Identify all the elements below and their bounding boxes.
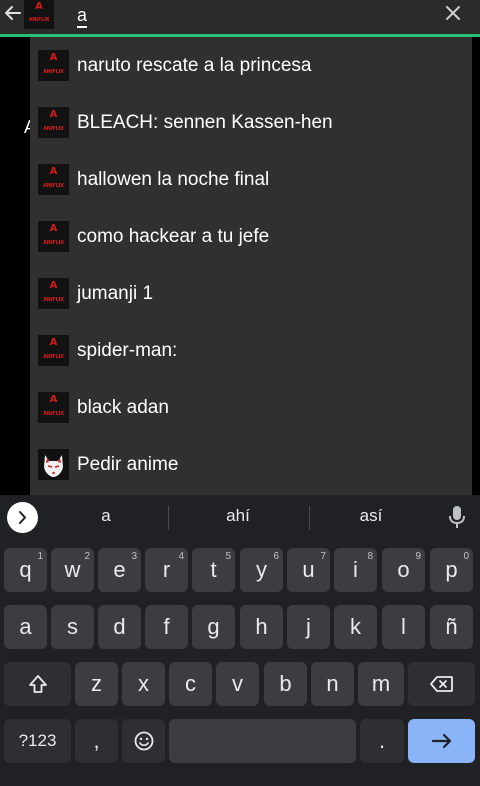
key-q[interactable]: q1 [4,548,47,592]
keyboard-suggestion-strip: a ahí así [0,495,480,539]
keyboard-suggestion[interactable]: así [321,506,421,526]
suggestion-label: Pedir anime [77,453,179,475]
suggestion-label: black adan [77,396,169,418]
key-b[interactable]: b [264,662,307,706]
app-logo: A ANIFLIX [24,0,54,29]
space-key[interactable] [169,719,356,763]
backspace-key[interactable] [408,662,475,706]
key-k[interactable]: k [334,605,377,649]
expand-toolbar-button[interactable] [7,502,38,533]
key-h[interactable]: h [240,605,283,649]
shift-key[interactable] [4,662,71,706]
aniflix-logo-icon: A ANIFLIX [38,392,69,423]
aniflix-logo-icon: A ANIFLIX [38,107,69,138]
key-s[interactable]: s [51,605,94,649]
key-w[interactable]: w2 [51,548,94,592]
key-i[interactable]: i8 [334,548,377,592]
suggestion-item[interactable]: A ANIFLIX naruto rescate a la princesa [30,37,472,94]
key-n[interactable]: n [311,662,354,706]
suggestion-label: naruto rescate a la princesa [77,54,312,76]
emoji-icon [134,731,153,751]
key-c[interactable]: c [169,662,212,706]
aniflix-logo-icon: A ANIFLIX [38,221,69,252]
key-v[interactable]: v [216,662,259,706]
suggestion-item[interactable]: A ANIFLIX jumanji 1 [30,265,472,322]
key-d[interactable]: d [98,605,141,649]
key-e[interactable]: e3 [98,548,141,592]
kitsune-mask-icon [38,449,69,480]
aniflix-logo-icon: A ANIFLIX [38,278,69,309]
arrow-right-icon [431,733,451,749]
suggestion-label: BLEACH: sennen Kassen-hen [77,111,333,133]
suggestion-item[interactable]: A ANIFLIX BLEACH: sennen Kassen-hen [30,94,472,151]
shift-arrow-icon [28,675,47,693]
key-z[interactable]: z [75,662,118,706]
suggestion-item[interactable]: A ANIFLIX hallowen la noche final [30,151,472,208]
enter-key[interactable] [408,719,475,763]
search-toolbar: A ANIFLIX [0,0,480,34]
microphone-icon[interactable] [446,504,468,530]
key-u[interactable]: u7 [287,548,330,592]
key-m[interactable]: m [358,662,404,706]
backspace-icon [429,676,453,692]
strip-divider [309,506,310,530]
aniflix-logo-icon: A ANIFLIX [38,50,69,81]
key-a[interactable]: a [4,605,47,649]
suggestion-item[interactable]: A ANIFLIX black adan [30,379,472,436]
keyboard-suggestion[interactable]: a [56,506,156,526]
search-input[interactable] [77,2,397,28]
suggestion-label: spider-man: [77,339,178,361]
key-n-tilde[interactable]: ñ [430,605,473,649]
search-suggestions-list: A ANIFLIX naruto rescate a la princesa A… [30,37,472,495]
key-comma[interactable]: , [75,719,118,763]
keyboard-suggestion[interactable]: ahí [188,506,288,526]
close-icon[interactable] [442,2,464,24]
aniflix-logo-icon: A ANIFLIX [38,164,69,195]
key-p[interactable]: p0 [430,548,473,592]
suggestion-item[interactable]: A ANIFLIX spider-man: [30,322,472,379]
key-l[interactable]: l [382,605,425,649]
text-cursor [77,26,87,28]
key-t[interactable]: t5 [192,548,235,592]
suggestion-label: jumanji 1 [77,282,154,304]
suggestion-label: hallowen la noche final [77,168,270,190]
aniflix-logo-icon: A ANIFLIX [38,335,69,366]
back-arrow-icon[interactable] [2,2,24,24]
emoji-key[interactable] [122,719,165,763]
key-x[interactable]: x [122,662,165,706]
suggestion-item[interactable]: Pedir anime [30,436,472,493]
suggestion-label: como hackear a tu jefe [77,225,270,247]
symbols-key[interactable]: ?123 [4,719,71,763]
key-y[interactable]: y6 [240,548,283,592]
key-f[interactable]: f [145,605,188,649]
suggestion-item[interactable]: A ANIFLIX como hackear a tu jefe [30,208,472,265]
strip-divider [168,506,169,530]
key-o[interactable]: o9 [382,548,425,592]
on-screen-keyboard: a ahí así q1 w2 e3 r4 t5 y6 u7 i8 o9 p0 … [0,495,480,786]
key-g[interactable]: g [192,605,235,649]
key-j[interactable]: j [287,605,330,649]
key-period[interactable]: . [360,719,404,763]
key-r[interactable]: r4 [145,548,188,592]
